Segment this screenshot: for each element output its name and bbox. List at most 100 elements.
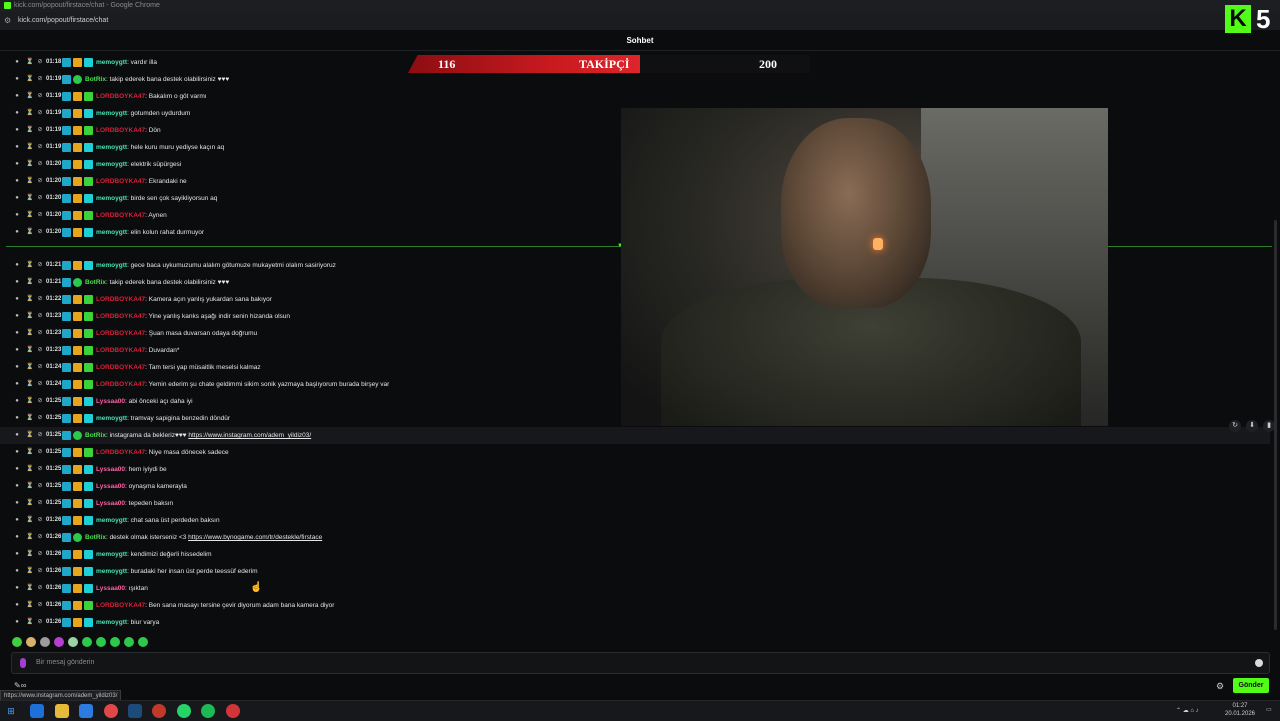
rotate-icon[interactable]: ↻ bbox=[1229, 420, 1241, 432]
chat-message-row[interactable]: ● ⏳ ⊘ 01:22 LORDBOYKA47: Kamera açın yanlış … bbox=[0, 291, 620, 308]
timeout-icon[interactable]: ⏳ bbox=[26, 619, 33, 626]
trash-icon[interactable]: ● bbox=[14, 551, 20, 558]
infinity-icon[interactable]: ✎∞ bbox=[14, 681, 26, 690]
timeout-icon[interactable]: ⏳ bbox=[26, 76, 33, 83]
trash-icon[interactable]: ● bbox=[14, 110, 20, 117]
message-username[interactable]: memoygtt bbox=[96, 619, 127, 626]
timeout-icon[interactable]: ⏳ bbox=[26, 93, 33, 100]
timeout-icon[interactable]: ⏳ bbox=[26, 415, 33, 422]
timeout-icon[interactable]: ⏳ bbox=[26, 500, 33, 507]
message-username[interactable]: LORDBOYKA47 bbox=[96, 212, 145, 219]
timeout-icon[interactable]: ⏳ bbox=[26, 59, 33, 66]
timeout-icon[interactable]: ⏳ bbox=[26, 364, 33, 371]
chat-message-row[interactable]: ● ⏳ ⊘ 01:23 LORDBOYKA47: Yine yanlış kanks a… bbox=[0, 308, 620, 325]
timeout-icon[interactable]: ⏳ bbox=[26, 466, 33, 473]
message-username[interactable]: memoygtt bbox=[96, 568, 127, 575]
message-username[interactable]: LORDBOYKA47 bbox=[96, 296, 145, 303]
chat-message-row[interactable]: ● ⏳ ⊘ 01:26 BotRix: destek olmak isterseniz … bbox=[0, 529, 620, 546]
emote-8-icon[interactable] bbox=[110, 637, 120, 647]
timeout-icon[interactable]: ⏳ bbox=[26, 568, 33, 575]
message-username[interactable]: Lyssaa00 bbox=[96, 483, 125, 490]
ban-icon[interactable]: ⊘ bbox=[37, 449, 43, 456]
message-username[interactable]: memoygtt bbox=[96, 144, 127, 151]
chat-message-row[interactable]: ● ⏳ ⊘ 01:23 LORDBOYKA47: Şuan masa duvarsan … bbox=[0, 325, 620, 342]
trash-icon[interactable]: ● bbox=[14, 500, 20, 507]
trash-icon[interactable]: ● bbox=[14, 93, 20, 100]
chat-message-row[interactable]: ● ⏳ ⊘ 01:25 Lyssaa00: hem iyiydi be bbox=[0, 461, 620, 478]
ban-icon[interactable]: ⊘ bbox=[37, 432, 43, 439]
message-username[interactable]: LORDBOYKA47 bbox=[96, 449, 145, 456]
ban-icon[interactable]: ⊘ bbox=[37, 93, 43, 100]
timeout-icon[interactable]: ⏳ bbox=[26, 127, 33, 134]
chat-message-row[interactable]: ● ⏳ ⊘ 01:24 LORDBOYKA47: Tam tersi yap müsai… bbox=[0, 359, 620, 376]
trash-icon[interactable]: ● bbox=[14, 144, 20, 151]
chat-message-row[interactable]: ● ⏳ ⊘ 01:20 LORDBOYKA47: Ekrandaki ne bbox=[0, 173, 620, 190]
chat-message-row[interactable]: ● ⏳ ⊘ 01:21 memoygtt: gece baca uykumuzumu a… bbox=[0, 257, 620, 274]
ban-icon[interactable]: ⊘ bbox=[37, 127, 43, 134]
message-username[interactable]: LORDBOYKA47 bbox=[96, 602, 145, 609]
send-button[interactable]: Gönder bbox=[1233, 678, 1269, 693]
emoji-icon[interactable] bbox=[1255, 659, 1263, 667]
timeout-icon[interactable]: ⏳ bbox=[26, 534, 33, 541]
timeout-icon[interactable]: ⏳ bbox=[26, 432, 33, 439]
chat-message-row[interactable]: ● ⏳ ⊘ 01:26 memoygtt: chat sana üst perdeden… bbox=[0, 512, 620, 529]
message-username[interactable]: LORDBOYKA47 bbox=[96, 313, 145, 320]
message-username[interactable]: memoygtt bbox=[96, 517, 127, 524]
ban-icon[interactable]: ⊘ bbox=[37, 229, 43, 236]
message-link[interactable]: https://www.bynogame.com/tr/destekle/fir… bbox=[188, 534, 322, 541]
message-username[interactable]: Lyssaa00 bbox=[96, 585, 125, 592]
message-username[interactable]: BotRix bbox=[85, 534, 106, 541]
timeout-icon[interactable]: ⏳ bbox=[26, 313, 33, 320]
message-username[interactable]: LORDBOYKA47 bbox=[96, 127, 145, 134]
trash-icon[interactable]: ● bbox=[14, 585, 20, 592]
message-username[interactable]: LORDBOYKA47 bbox=[96, 178, 145, 185]
message-username[interactable]: memoygtt bbox=[96, 195, 127, 202]
timeout-icon[interactable]: ⏳ bbox=[26, 195, 33, 202]
emote-7-icon[interactable] bbox=[96, 637, 106, 647]
trash-icon[interactable]: ● bbox=[14, 195, 20, 202]
chat-message-row[interactable]: ● ⏳ ⊘ 01:20 memoygtt: birde sen çok sayikliy… bbox=[0, 190, 620, 207]
ban-icon[interactable]: ⊘ bbox=[37, 212, 43, 219]
site-info-icon[interactable]: ⚙ bbox=[4, 17, 12, 25]
timeout-icon[interactable]: ⏳ bbox=[26, 279, 33, 286]
opera-icon[interactable] bbox=[152, 704, 166, 718]
trash-icon[interactable]: ● bbox=[14, 330, 20, 337]
timeout-icon[interactable]: ⏳ bbox=[26, 212, 33, 219]
ban-icon[interactable]: ⊘ bbox=[37, 364, 43, 371]
pin-icon[interactable]: ⬇ bbox=[1246, 420, 1258, 432]
message-username[interactable]: LORDBOYKA47 bbox=[96, 381, 145, 388]
notifications-icon[interactable]: ▭ bbox=[1266, 706, 1272, 713]
ban-icon[interactable]: ⊘ bbox=[37, 178, 43, 185]
message-username[interactable]: BotRix bbox=[85, 76, 106, 83]
webcam-video[interactable] bbox=[621, 108, 1108, 426]
timeout-icon[interactable]: ⏳ bbox=[26, 144, 33, 151]
timeout-icon[interactable]: ⏳ bbox=[26, 381, 33, 388]
emote-6-icon[interactable] bbox=[82, 637, 92, 647]
address-bar[interactable]: ⚙ kick.com/popout/firstace/chat bbox=[0, 12, 1280, 30]
chat-message-row[interactable]: ● ⏳ ⊘ 01:26 memoygtt: buradaki her insan üst… bbox=[0, 563, 620, 580]
microphone-icon[interactable] bbox=[20, 658, 26, 668]
windows-start-icon[interactable]: ⊞ bbox=[4, 704, 18, 718]
message-username[interactable]: LORDBOYKA47 bbox=[96, 364, 145, 371]
chat-message-row[interactable]: ● ⏳ ⊘ 01:19 LORDBOYKA47: Bakalım o göt varmı bbox=[0, 88, 620, 105]
message-link[interactable]: https://www.instagram.com/adem_yildiz03/ bbox=[188, 432, 311, 439]
ban-icon[interactable]: ⊘ bbox=[37, 110, 43, 117]
ban-icon[interactable]: ⊘ bbox=[37, 500, 43, 507]
gear-icon[interactable]: ⚙ bbox=[1216, 681, 1224, 692]
ban-icon[interactable]: ⊘ bbox=[37, 59, 43, 66]
chat-message-row[interactable]: ● ⏳ ⊘ 01:18 memoygtt: vardır illa bbox=[0, 54, 620, 71]
ban-icon[interactable]: ⊘ bbox=[37, 195, 43, 202]
trash-icon[interactable]: ● bbox=[14, 279, 20, 286]
trash-icon[interactable]: ● bbox=[14, 602, 20, 609]
message-username[interactable]: memoygtt bbox=[96, 551, 127, 558]
ban-icon[interactable]: ⊘ bbox=[37, 568, 43, 575]
trash-icon[interactable]: ● bbox=[14, 619, 20, 626]
ban-icon[interactable]: ⊘ bbox=[37, 619, 43, 626]
chat-message-row[interactable]: ● ⏳ ⊘ 01:20 memoygtt: elin kolun rahat durmu… bbox=[0, 224, 620, 241]
chat-scrollbar[interactable] bbox=[1274, 220, 1277, 630]
timeout-icon[interactable]: ⏳ bbox=[26, 602, 33, 609]
chat-input[interactable]: Bir mesaj gönderin bbox=[11, 652, 1270, 674]
emote-1-icon[interactable] bbox=[12, 637, 22, 647]
trash-icon[interactable]: ● bbox=[14, 534, 20, 541]
message-username[interactable]: memoygtt bbox=[96, 110, 127, 117]
